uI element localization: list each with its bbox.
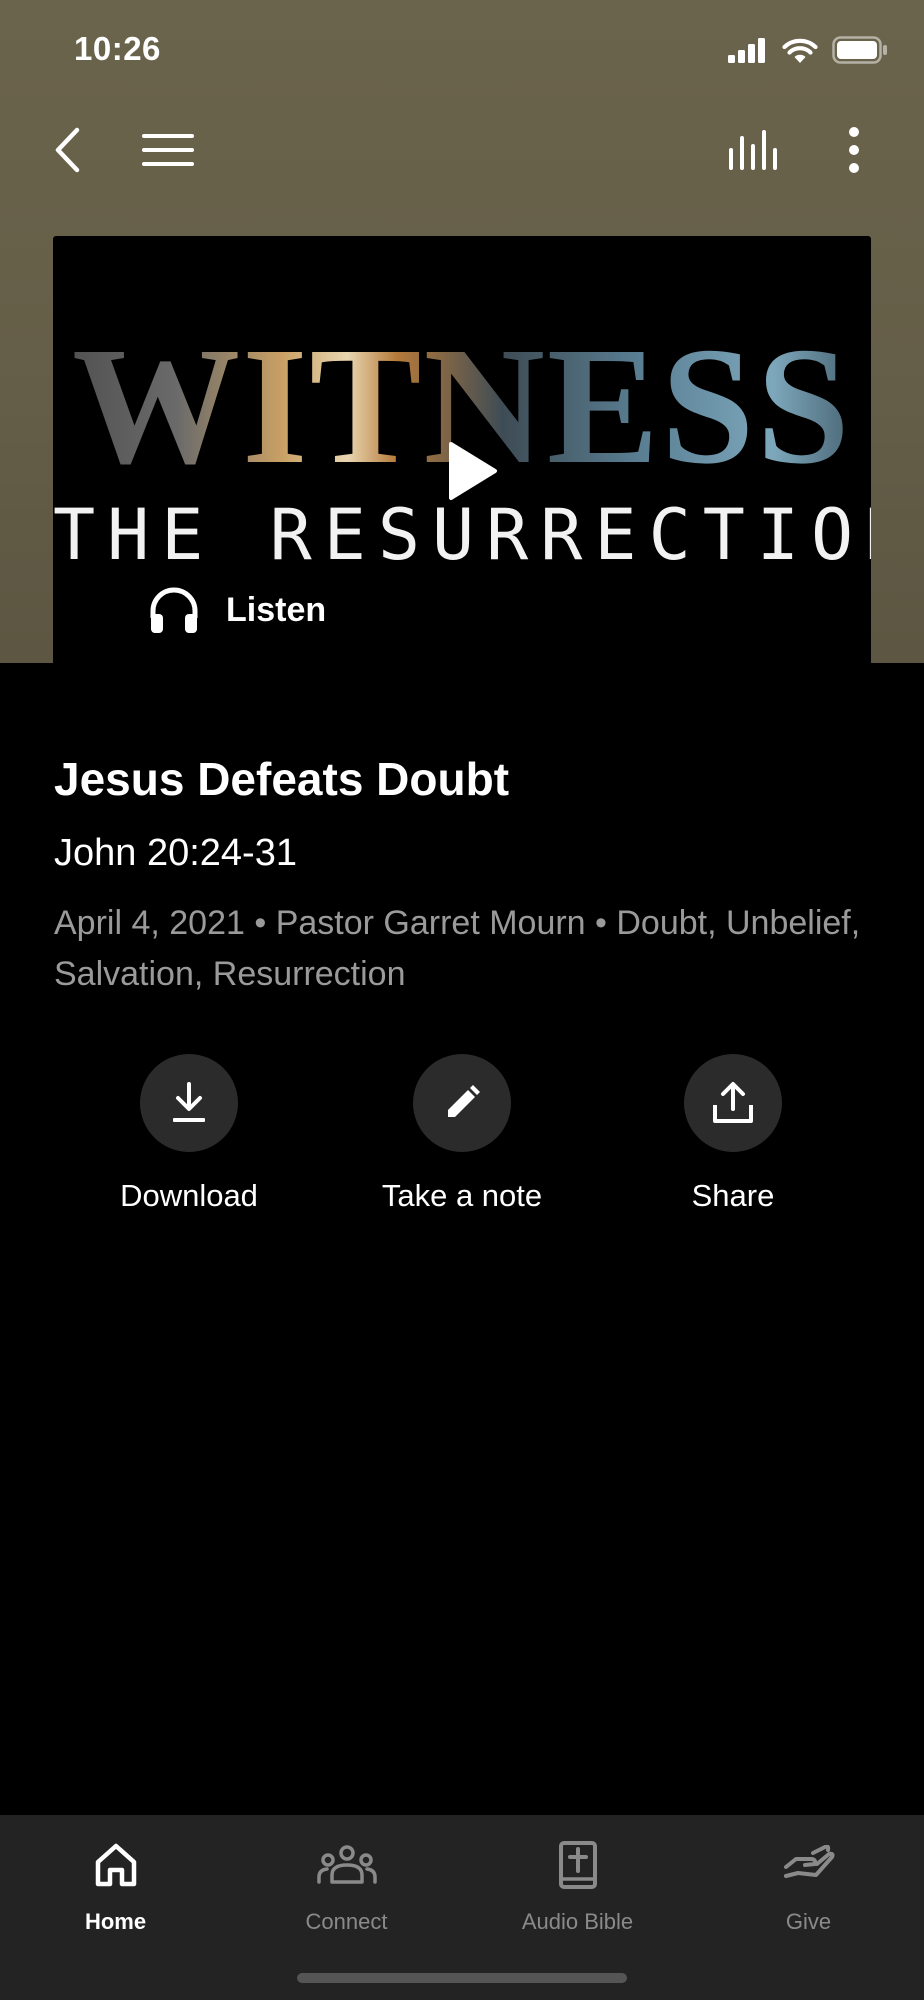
take-note-label: Take a note [381, 1178, 543, 1213]
sermon-meta: April 4, 2021 • Pastor Garret Mourn • Do… [54, 904, 861, 993]
listen-label: Listen [226, 590, 327, 629]
download-icon [173, 1082, 205, 1122]
menu-button[interactable] [128, 110, 208, 190]
nav-item-connect[interactable]: Connect [231, 1835, 462, 1935]
take-note-circle[interactable] [413, 1054, 511, 1152]
take-note-button[interactable]: Take a note [332, 1054, 592, 1214]
status-bar: 10:26 [0, 0, 924, 100]
nav-label-home: Home [84, 1909, 147, 1934]
share-label: Share [691, 1178, 775, 1213]
nav-label-give: Give [785, 1909, 832, 1934]
download-circle[interactable] [140, 1054, 238, 1152]
nav-item-home[interactable]: Home [0, 1835, 231, 1935]
headphones-icon [150, 587, 198, 633]
home-indicator [297, 1973, 627, 1983]
sermon-artwork[interactable]: WITNESS THE RESURRECTION Listen [53, 236, 871, 663]
share-button[interactable]: Share [603, 1054, 863, 1214]
status-time: 10:26 [74, 30, 161, 67]
audio-player-button[interactable] [714, 110, 794, 190]
nav-item-give[interactable]: Give [693, 1835, 924, 1935]
sermon-title: Jesus Defeats Doubt [54, 753, 510, 805]
share-icon [713, 1082, 753, 1123]
hamburger-menu-icon [142, 134, 194, 166]
chevron-left-icon [55, 127, 80, 173]
people-icon [316, 1835, 377, 1895]
pencil-icon [448, 1085, 480, 1117]
back-button[interactable] [28, 110, 108, 190]
give-hand-icon [779, 1835, 839, 1895]
top-toolbar [0, 110, 924, 190]
listen-button[interactable]: Listen [148, 584, 326, 636]
play-icon [449, 442, 497, 500]
home-icon [86, 1835, 146, 1895]
bible-icon [548, 1835, 608, 1895]
signal-icon [728, 38, 765, 63]
wifi-icon [782, 38, 818, 63]
status-icons [728, 36, 888, 64]
more-options-button[interactable] [814, 110, 894, 190]
share-circle[interactable] [684, 1054, 782, 1152]
battery-icon [832, 36, 887, 64]
action-buttons: Download Take a note Share [0, 1054, 924, 1234]
scripture-reference: John 20:24-31 [54, 832, 297, 874]
download-button[interactable]: Download [59, 1054, 319, 1214]
vertical-dots-icon [849, 127, 859, 173]
download-label: Download [120, 1178, 258, 1213]
nav-label-audio-bible: Audio Bible [521, 1909, 634, 1934]
audio-bars-icon [729, 130, 777, 170]
artwork-subtitle: THE RESURRECTION [53, 494, 871, 576]
play-button[interactable] [433, 436, 503, 506]
nav-label-connect: Connect [305, 1909, 388, 1934]
nav-item-audio-bible[interactable]: Audio Bible [462, 1835, 693, 1935]
